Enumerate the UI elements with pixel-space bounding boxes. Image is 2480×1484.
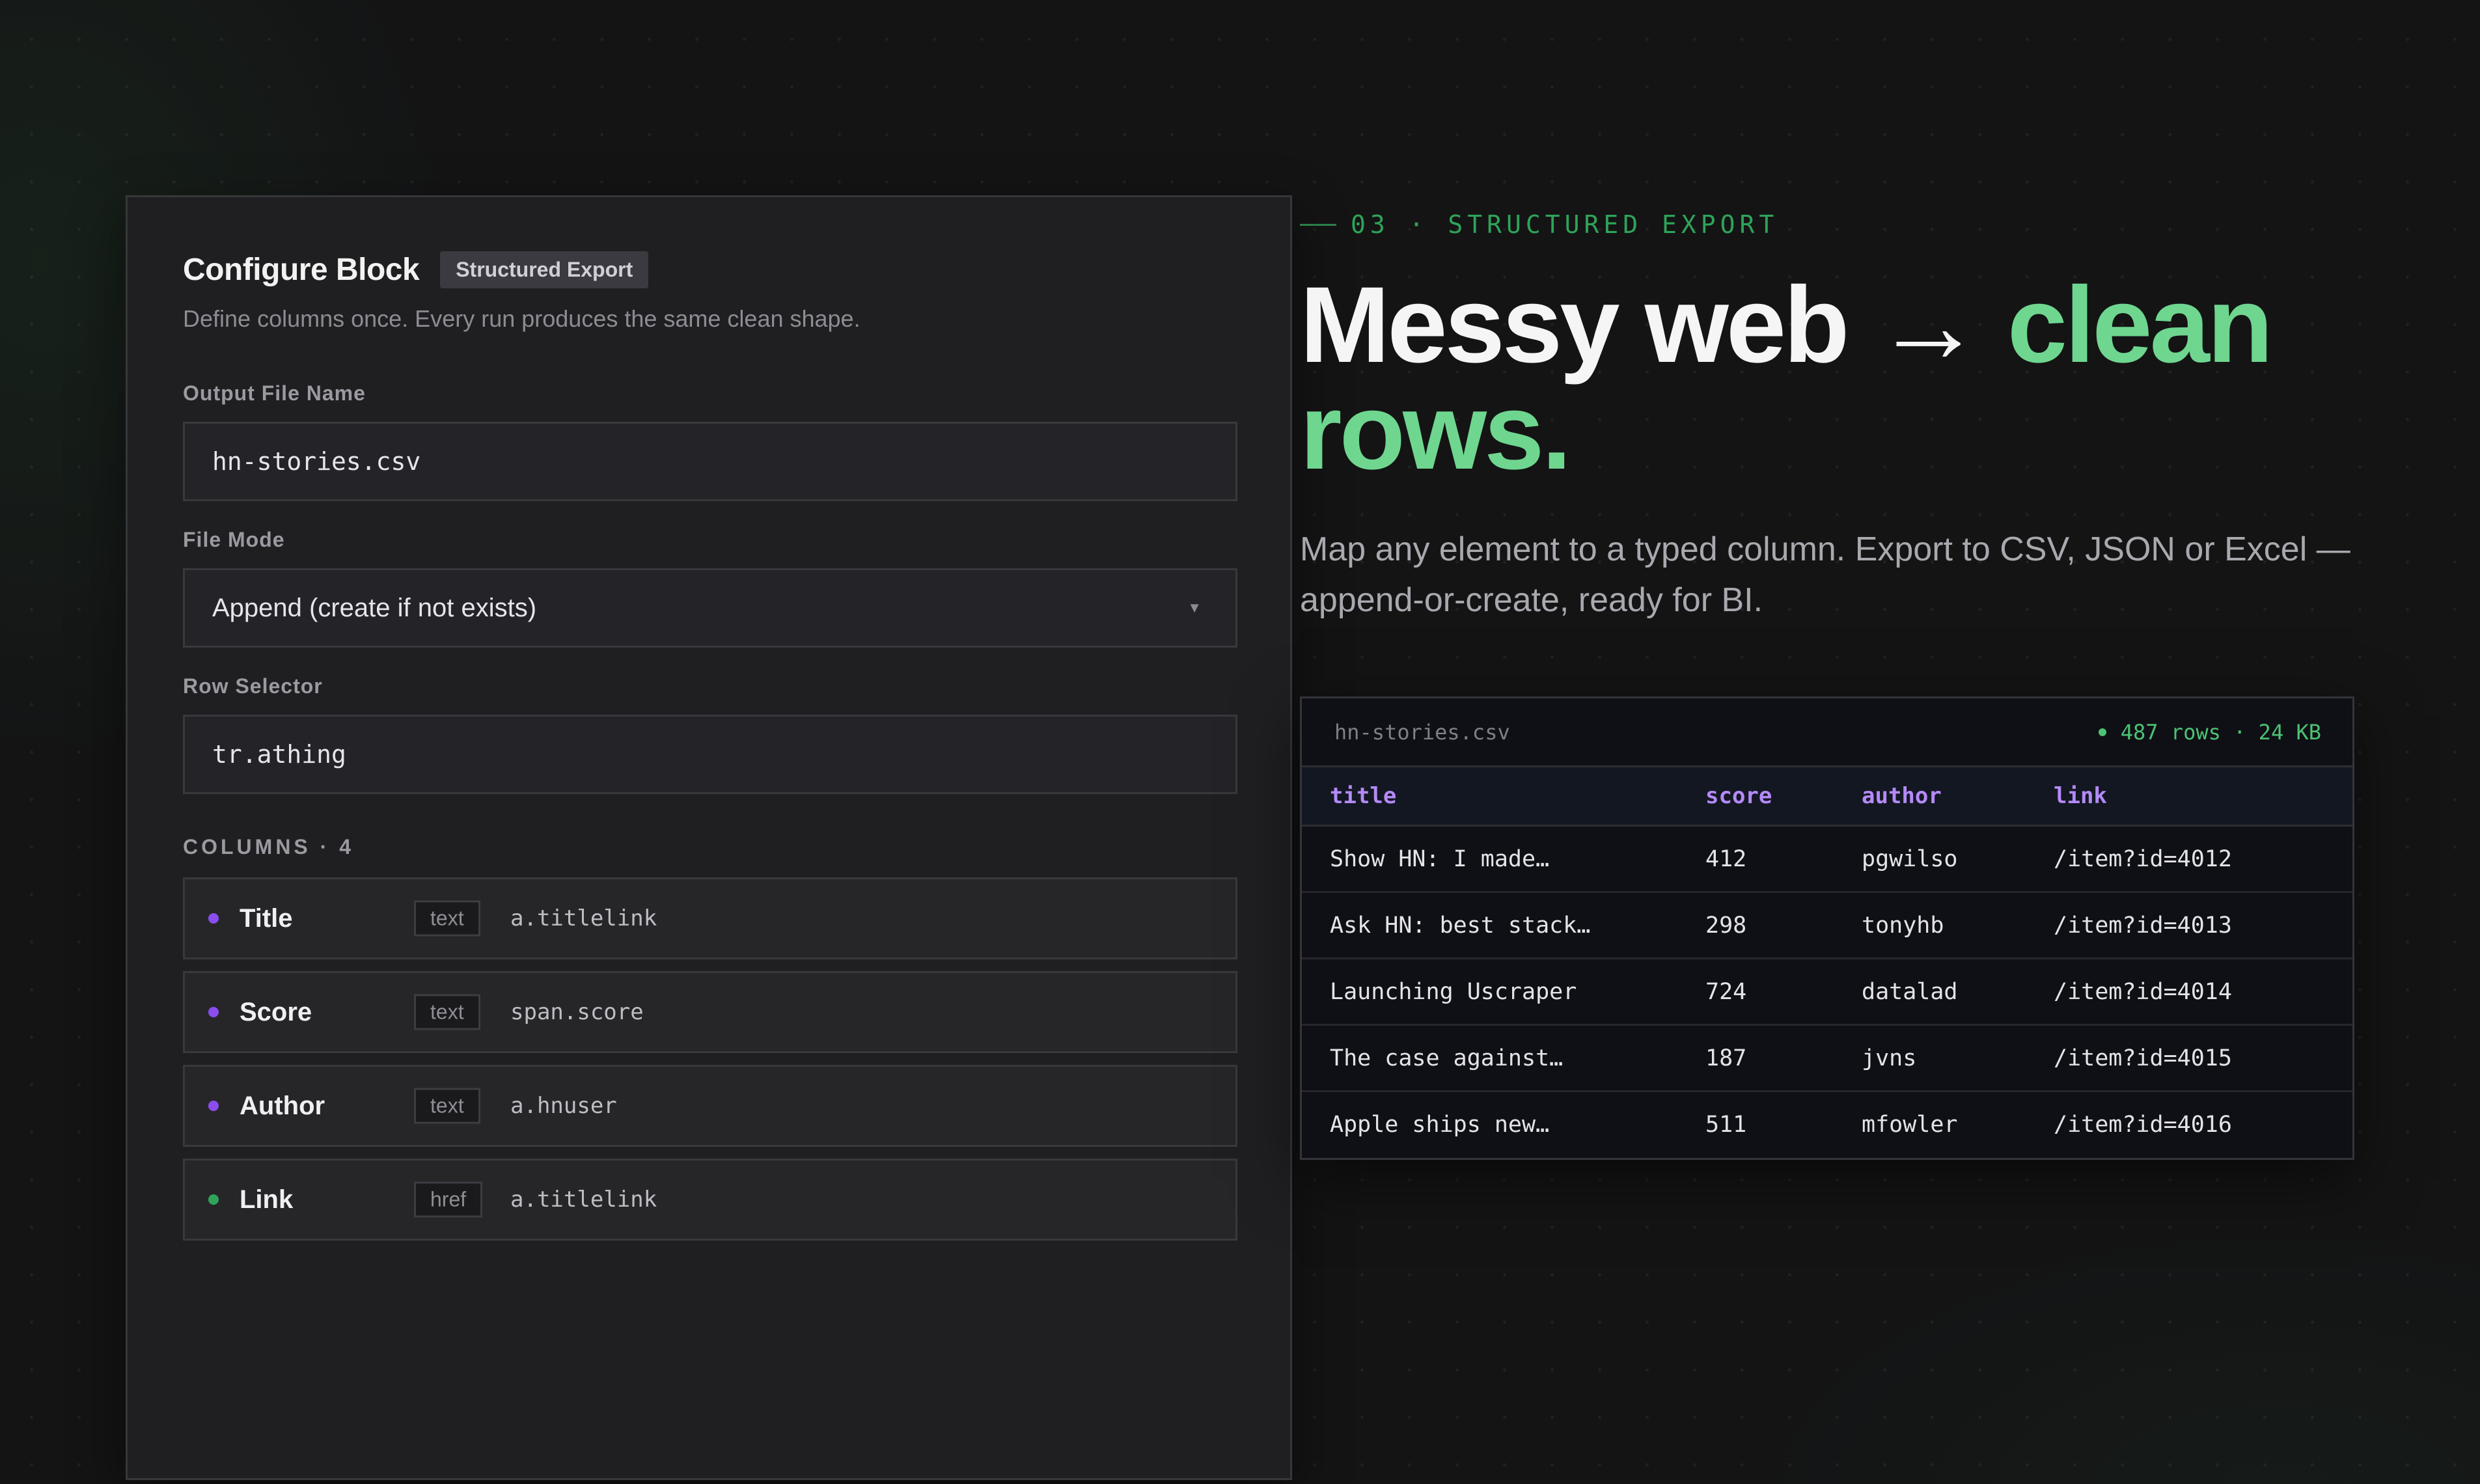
headline-plain: Messy web → <box>1300 265 2007 385</box>
column-name: Author <box>240 1091 325 1120</box>
column-selector: a.titlelink <box>510 1187 657 1213</box>
table-row: Ask HN: best stack… 298 tonyhb /item?id=… <box>1302 892 2352 959</box>
cell-title: The case against… <box>1302 1024 1705 1092</box>
header-title: title <box>1302 767 1705 827</box>
cell-link: /item?id=4016 <box>2054 1111 2232 1138</box>
csv-preview-header: hn-stories.csv 487 rows · 24 KB <box>1302 698 2352 767</box>
status-dot-icon <box>2098 728 2106 736</box>
cell-author: tonyhb <box>1862 892 2054 959</box>
column-name: Title <box>240 903 293 933</box>
table-header-row: title score author link <box>1302 767 2352 827</box>
column-type-tag: text <box>414 900 480 937</box>
row-selector-input[interactable]: tr.athing <box>183 715 1237 794</box>
csv-file-name: hn-stories.csv <box>1334 719 1510 745</box>
column-status-dot <box>208 913 219 924</box>
output-file-name-value: hn-stories.csv <box>212 447 421 476</box>
column-row-title[interactable]: Title text a.titlelink <box>183 877 1237 959</box>
eyebrow-rule <box>1300 223 1336 226</box>
output-file-name-input[interactable]: hn-stories.csv <box>183 422 1237 501</box>
csv-stats-text: 487 rows · 24 KB <box>2120 719 2321 745</box>
column-row-author[interactable]: Author text a.hnuser <box>183 1065 1237 1147</box>
cell-title: Launching Uscraper <box>1302 958 1705 1026</box>
section-eyebrow: 03 · STRUCTURED EXPORT <box>1300 210 1778 239</box>
table-row: The case against… 187 jvns /item?id=4015 <box>1302 1024 2352 1092</box>
header-score: score <box>1705 767 1862 827</box>
caret-down-icon: ▼ <box>1187 599 1202 616</box>
cell-title: Ask HN: best stack… <box>1302 892 1705 959</box>
cell-title: Apple ships new… <box>1330 1111 1550 1138</box>
column-type-tag: text <box>414 1088 480 1124</box>
cell-link: /item?id=4014 <box>2054 958 2352 1026</box>
cell-link: /item?id=4013 <box>2054 892 2352 959</box>
column-row-score[interactable]: Score text span.score <box>183 971 1237 1053</box>
column-status-dot <box>208 1194 219 1205</box>
column-status-dot <box>208 1101 219 1111</box>
column-type-tag: text <box>414 994 480 1030</box>
cell-link: /item?id=4012 <box>2054 825 2352 893</box>
cell-score: 412 <box>1705 825 1862 893</box>
columns-count-label: COLUMNS · 4 <box>183 835 354 859</box>
file-mode-label: File Mode <box>183 528 285 551</box>
lede-paragraph: Map any element to a typed column. Expor… <box>1300 530 2350 619</box>
column-status-dot <box>208 1007 219 1017</box>
structured-export-badge: Structured Export <box>440 251 649 288</box>
panel-header: Configure Block Structured Export <box>183 251 649 288</box>
file-mode-value: Append (create if not exists) <box>212 593 537 622</box>
cell-score: 724 <box>1705 958 1862 1026</box>
row-selector-label: Row Selector <box>183 674 323 698</box>
configure-block-panel: Configure Block Structured Export Define… <box>126 195 1292 1480</box>
file-mode-select[interactable]: Append (create if not exists) ▼ <box>183 568 1237 648</box>
cell-title: Show HN: I made… <box>1302 825 1705 893</box>
column-selector: a.hnuser <box>510 1093 617 1119</box>
csv-preview-card: hn-stories.csv 487 rows · 24 KB title sc… <box>1300 696 2354 1160</box>
cell-link: /item?id=4015 <box>2054 1024 2352 1092</box>
eyebrow-text: 03 · STRUCTURED EXPORT <box>1351 210 1779 239</box>
cell-author: pgwilso <box>1862 825 2054 893</box>
csv-stats: 487 rows · 24 KB <box>2098 698 2321 765</box>
table-row: Launching Uscraper 724 datalad /item?id=… <box>1302 958 2352 1026</box>
column-name: Score <box>240 997 312 1026</box>
cell-score: 298 <box>1705 892 1862 959</box>
csv-preview-table: title score author link Show HN: I made…… <box>1302 767 2352 1157</box>
column-name: Link <box>240 1185 294 1214</box>
column-selector: span.score <box>510 999 644 1025</box>
header-author: author <box>1862 767 2054 827</box>
row-selector-value: tr.athing <box>212 740 346 769</box>
headline: Messy web → clean rows. <box>1300 271 2406 486</box>
cell-author: jvns <box>1862 1024 2054 1092</box>
cell-score: 187 <box>1705 1024 1862 1092</box>
column-type-tag: href <box>414 1181 483 1218</box>
cell-score: 511 <box>1705 1111 1747 1138</box>
column-selector: a.titlelink <box>510 905 657 931</box>
table-row: Show HN: I made… 412 pgwilso /item?id=40… <box>1302 825 2352 893</box>
panel-title: Configure Block <box>183 253 420 287</box>
column-row-link[interactable]: Link href a.titlelink <box>183 1159 1237 1241</box>
output-file-name-label: Output File Name <box>183 381 366 405</box>
header-link: link <box>2054 767 2352 827</box>
table-row: Apple ships new… 511 mfowler /item?id=40… <box>1302 1092 2352 1157</box>
cell-author: datalad <box>1862 958 2054 1026</box>
panel-subtitle: Define columns once. Every run produces … <box>183 305 861 332</box>
cell-author: mfowler <box>1862 1111 1958 1138</box>
